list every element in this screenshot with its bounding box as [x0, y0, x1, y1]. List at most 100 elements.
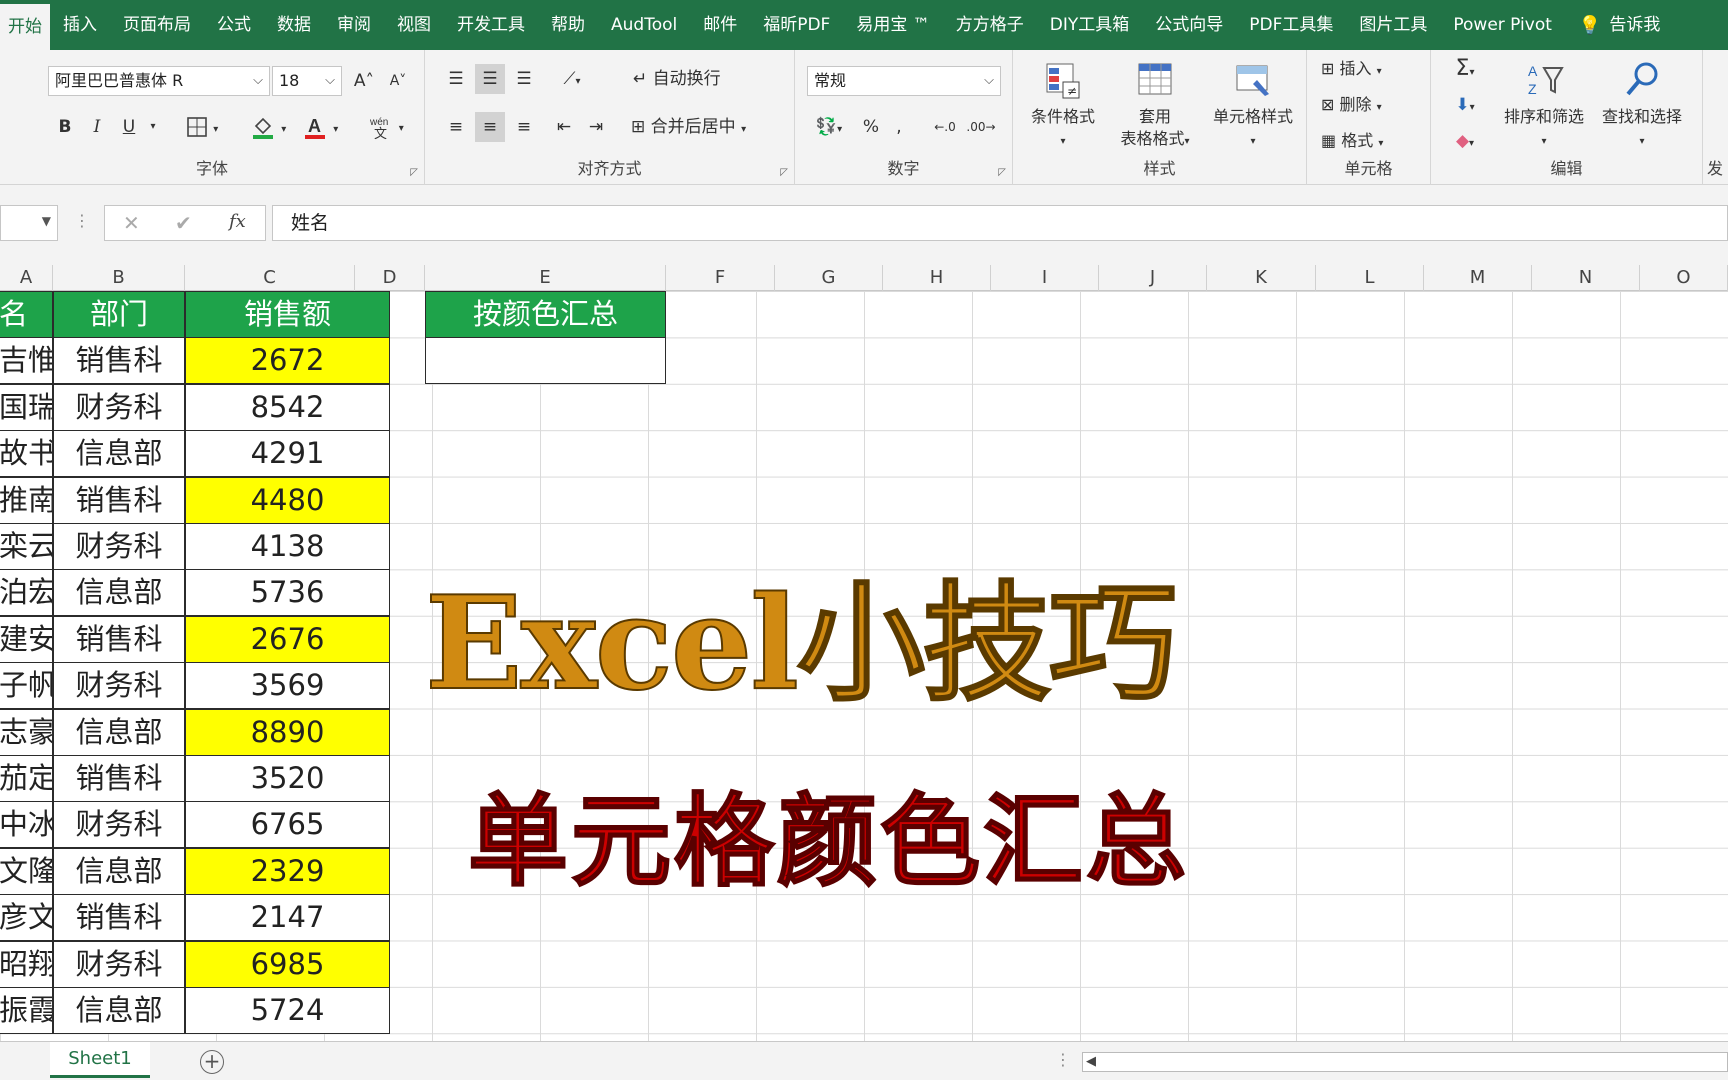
- sales-cell[interactable]: 4138: [185, 523, 390, 570]
- ribbon-tab[interactable]: 公式: [204, 0, 264, 50]
- name-box[interactable]: ▼: [0, 205, 58, 241]
- column-header[interactable]: H: [883, 265, 991, 291]
- ribbon-tab[interactable]: 帮助: [538, 0, 598, 50]
- confirm-icon[interactable]: ✔: [175, 211, 192, 235]
- summary-value-cell[interactable]: [425, 337, 666, 384]
- sales-cell[interactable]: 4480: [185, 477, 390, 524]
- font-name-combo[interactable]: 阿里巴巴普惠体 R ⌵: [48, 66, 270, 96]
- fill-button[interactable]: ⬇▾: [1445, 90, 1485, 120]
- ribbon-tab[interactable]: 图片工具: [1346, 0, 1440, 50]
- resize-handle-icon[interactable]: ⋮: [1055, 1050, 1071, 1069]
- find-select-button[interactable]: 查找和选择 ▾: [1595, 60, 1689, 153]
- ribbon-tab[interactable]: AudTool: [598, 0, 690, 50]
- dept-cell[interactable]: 销售科: [53, 755, 185, 802]
- underline-dropdown-icon[interactable]: ▾: [146, 112, 160, 142]
- clear-button[interactable]: ◆▾: [1445, 126, 1485, 156]
- formula-input[interactable]: 姓名: [272, 205, 1728, 241]
- column-header[interactable]: J: [1099, 265, 1207, 291]
- ribbon-tab[interactable]: 视图: [384, 0, 444, 50]
- align-middle-button[interactable]: ☰: [475, 64, 505, 94]
- name-cell[interactable]: 昭翔: [0, 941, 53, 988]
- align-left-button[interactable]: ≡: [441, 112, 471, 142]
- name-cell[interactable]: 振霞: [0, 987, 53, 1034]
- horizontal-scrollbar[interactable]: ◀: [1082, 1052, 1728, 1072]
- column-header[interactable]: M: [1424, 265, 1532, 291]
- name-cell[interactable]: 中冰: [0, 801, 53, 848]
- sort-filter-button[interactable]: AZ 排序和筛选 ▾: [1497, 60, 1591, 153]
- name-cell[interactable]: 文隆: [0, 848, 53, 895]
- number-format-combo[interactable]: 常规 ⌵: [807, 66, 1001, 96]
- ribbon-tab[interactable]: Power Pivot: [1440, 0, 1565, 50]
- table-header-cell[interactable]: 销售额: [185, 291, 390, 338]
- decrease-decimal-button[interactable]: .00→: [965, 112, 997, 142]
- sales-cell[interactable]: 5736: [185, 569, 390, 616]
- scroll-left-icon[interactable]: ◀: [1086, 1054, 1096, 1069]
- italic-button[interactable]: I: [84, 112, 110, 142]
- dept-cell[interactable]: 信息部: [53, 430, 185, 477]
- ribbon-tab[interactable]: 插入: [50, 0, 110, 50]
- sales-cell[interactable]: 4291: [185, 430, 390, 477]
- column-header[interactable]: O: [1640, 265, 1728, 291]
- align-bottom-button[interactable]: ☰: [509, 64, 539, 94]
- ribbon-tab[interactable]: DIY工具箱: [1037, 0, 1143, 50]
- dept-cell[interactable]: 销售科: [53, 616, 185, 663]
- name-cell[interactable]: 栾云: [0, 523, 53, 570]
- name-cell[interactable]: 吉惟: [0, 337, 53, 384]
- dept-cell[interactable]: 信息部: [53, 569, 185, 616]
- ribbon-tab[interactable]: 审阅: [324, 0, 384, 50]
- name-cell[interactable]: 泊宏: [0, 569, 53, 616]
- name-cell[interactable]: 国瑞: [0, 384, 53, 431]
- add-sheet-icon[interactable]: +: [200, 1050, 224, 1074]
- ribbon-tab[interactable]: PDF工具集: [1236, 0, 1346, 50]
- align-top-button[interactable]: ☰: [441, 64, 471, 94]
- tell-me-button[interactable]: 告诉我: [1607, 0, 1673, 50]
- summary-header-cell[interactable]: 按颜色汇总: [425, 291, 666, 338]
- column-header[interactable]: E: [425, 265, 666, 291]
- cancel-icon[interactable]: ✕: [123, 211, 140, 235]
- ribbon-tab[interactable]: 邮件: [690, 0, 750, 50]
- name-cell[interactable]: 志豪: [0, 709, 53, 756]
- ribbon-tab[interactable]: 福昕PDF: [750, 0, 843, 50]
- column-header[interactable]: K: [1207, 265, 1316, 291]
- decrease-indent-button[interactable]: ⇤: [549, 112, 579, 142]
- percent-button[interactable]: %: [857, 112, 885, 142]
- column-header[interactable]: I: [991, 265, 1099, 291]
- column-header[interactable]: B: [53, 265, 185, 291]
- sales-cell[interactable]: 3569: [185, 662, 390, 709]
- autosum-button[interactable]: Σ▾: [1445, 54, 1485, 84]
- sales-cell[interactable]: 5724: [185, 987, 390, 1034]
- name-cell[interactable]: 故书: [0, 430, 53, 477]
- sales-cell[interactable]: 2147: [185, 894, 390, 941]
- name-cell[interactable]: 推南: [0, 477, 53, 524]
- phonetic-button[interactable]: wén 文 ▾: [364, 112, 408, 142]
- column-header[interactable]: A: [0, 265, 53, 291]
- merge-center-button[interactable]: ⊞ 合并后居中 ▾: [631, 112, 781, 142]
- format-as-table-button[interactable]: 套用 表格格式▾: [1105, 60, 1205, 153]
- column-header[interactable]: G: [775, 265, 883, 291]
- dept-cell[interactable]: 销售科: [53, 337, 185, 384]
- resize-handle-icon[interactable]: ⋮: [74, 211, 90, 230]
- shrink-font-button[interactable]: A˅: [384, 66, 412, 96]
- sales-cell[interactable]: 2676: [185, 616, 390, 663]
- insert-cells-button[interactable]: ⊞ 插入 ▾: [1321, 54, 1425, 84]
- table-header-cell[interactable]: 名: [0, 291, 53, 338]
- name-cell[interactable]: 茄定: [0, 755, 53, 802]
- comma-button[interactable]: ,: [889, 112, 909, 142]
- name-cell[interactable]: 子帆: [0, 662, 53, 709]
- align-center-button[interactable]: ≡: [475, 112, 505, 142]
- sales-cell[interactable]: 8542: [185, 384, 390, 431]
- sales-cell[interactable]: 2329: [185, 848, 390, 895]
- accounting-format-button[interactable]: 💱▾: [807, 112, 851, 142]
- ribbon-tab[interactable]: 方方格子: [943, 0, 1037, 50]
- orientation-button[interactable]: ⟋▾: [551, 64, 593, 94]
- sheet-grid[interactable]: 按颜色汇总 Excel小技巧 单元格颜色汇总 名部门 销售额 吉惟 销售科 2672 国瑞…: [0, 291, 1728, 1041]
- column-header[interactable]: L: [1316, 265, 1424, 291]
- font-size-combo[interactable]: 18 ⌵: [272, 66, 342, 96]
- column-header[interactable]: N: [1532, 265, 1640, 291]
- border-button[interactable]: ▾: [182, 112, 222, 142]
- dept-cell[interactable]: 信息部: [53, 848, 185, 895]
- dialog-launcher-icon[interactable]: ◸: [780, 167, 788, 178]
- conditional-format-button[interactable]: ≠ 条件格式 ▾: [1021, 60, 1105, 153]
- table-header-cell[interactable]: 部门: [53, 291, 185, 338]
- ribbon-tab[interactable]: 开发工具: [444, 0, 538, 50]
